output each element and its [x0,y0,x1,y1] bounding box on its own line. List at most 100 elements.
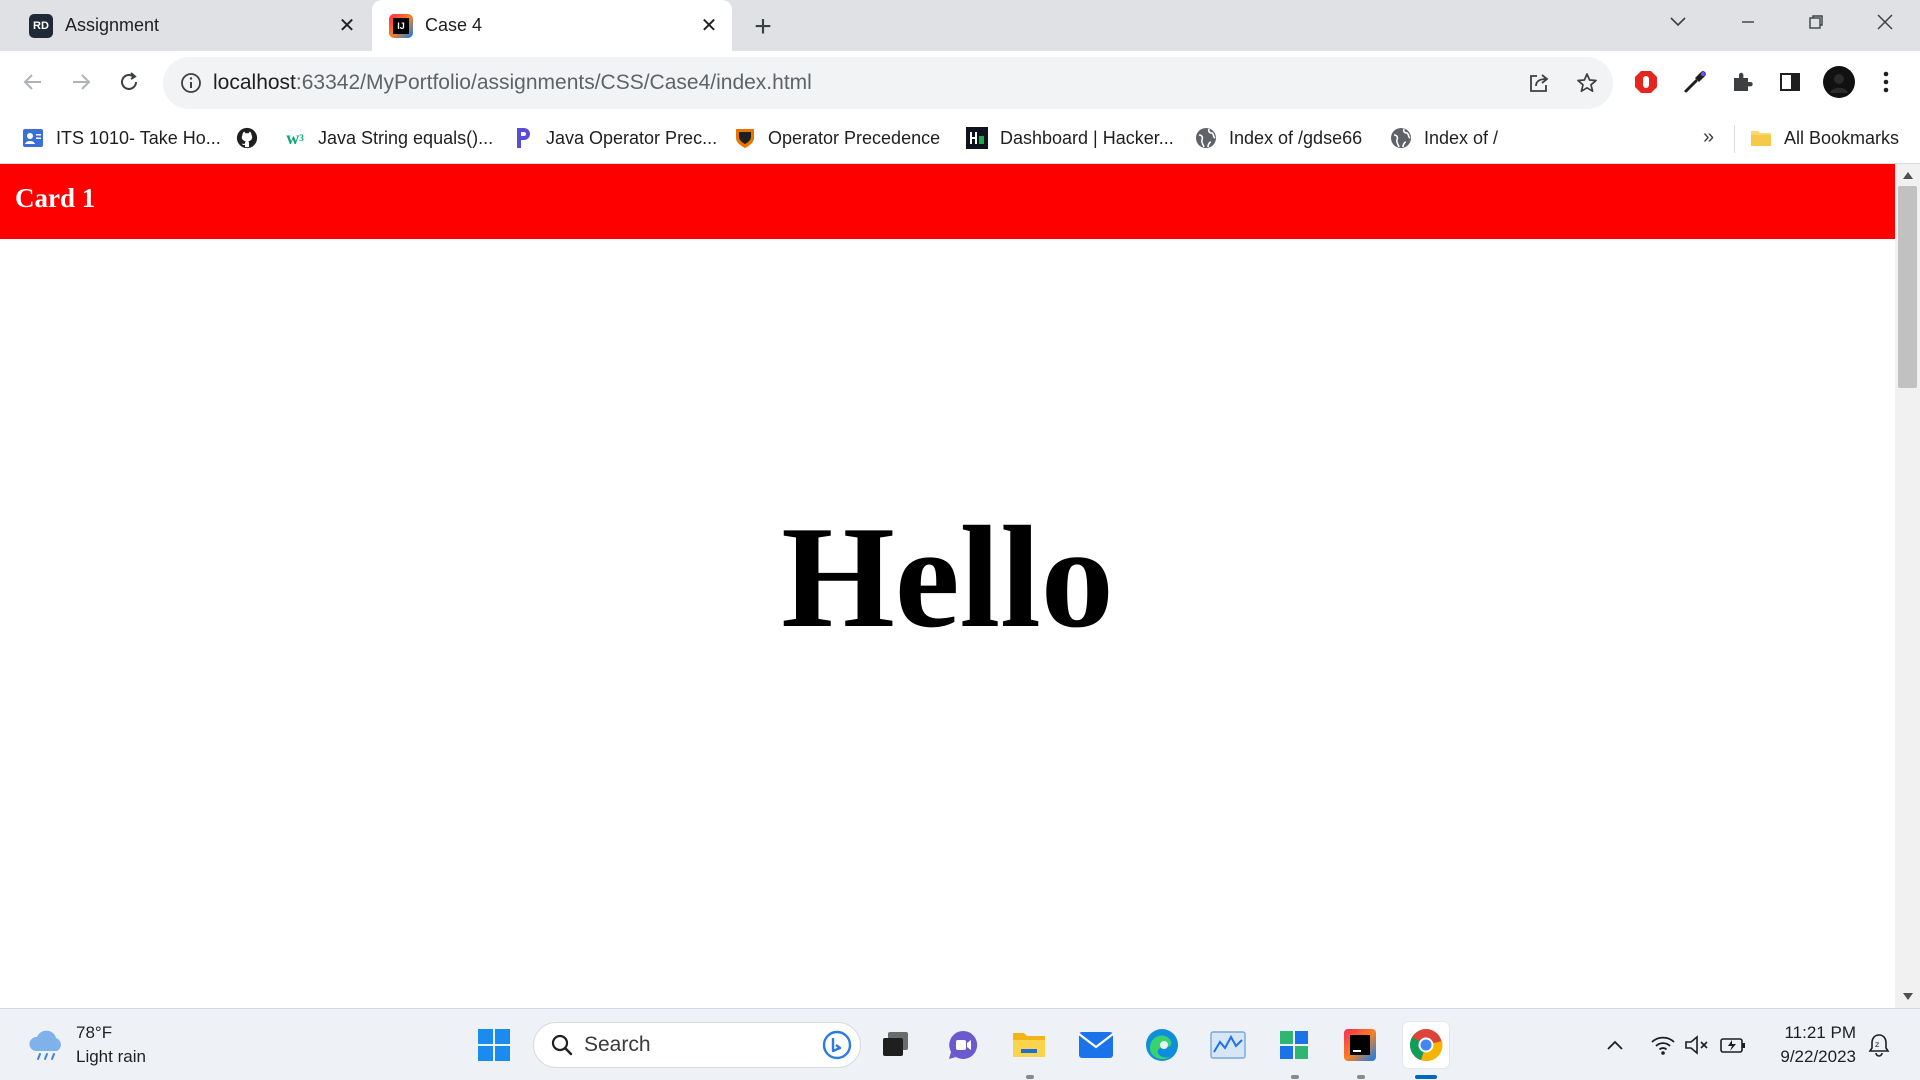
bookmark-label: Index of /gdse66 [1229,127,1363,148]
bookmark-operator-precedence[interactable]: Operator Precedence [734,123,940,153]
bookmark-index-root[interactable]: Index of / [1390,123,1498,153]
hello-heading: Hello [781,496,1114,658]
forward-button[interactable] [61,62,101,102]
scrollbar-thumb[interactable] [1898,186,1917,388]
globe-icon [1390,127,1412,149]
tab-strip: RD Assignment ✕ IJ Case 4 ✕ + [0,0,1920,51]
tab-case-4[interactable]: IJ Case 4 ✕ [372,0,732,51]
new-tab-button[interactable]: + [746,10,780,44]
bookmark-index-gdse66[interactable]: Index of /gdse66 [1195,123,1362,153]
restore-button[interactable] [1788,0,1844,44]
clock-date: 9/22/2023 [1780,1047,1856,1066]
tab-assignment[interactable]: RD Assignment ✕ [0,0,370,51]
bookmark-label: Operator Precedence [768,127,941,148]
close-window-button[interactable] [1857,0,1913,44]
rd-icon: RD [29,13,53,38]
edge-browser-icon[interactable] [1140,1023,1184,1067]
all-bookmarks-label: All Bookmarks [1784,127,1900,148]
back-button[interactable] [13,62,53,102]
url-path: :63342/MyPortfolio/assignments/CSS/Case4… [295,71,812,94]
snipping-tool-icon[interactable] [1272,1023,1316,1067]
bookmark-star-icon[interactable] [1573,69,1601,97]
extensions-puzzle-icon[interactable] [1724,64,1760,100]
profile-avatar[interactable] [1821,64,1857,100]
tab-search-icon[interactable] [1650,0,1706,44]
search-icon [550,1033,574,1057]
bookmark-label: Java Operator Prec... [546,127,718,148]
task-view-icon[interactable] [874,1023,918,1067]
menu-kebab-icon[interactable] [1868,64,1904,100]
battery-charging-icon[interactable] [1718,1029,1748,1061]
page-viewport: Card 1 Hello [0,164,1920,1008]
adblock-extension-icon[interactable] [1628,64,1664,100]
bookmark-java-string-equals[interactable]: w3 Java String equals()... [284,123,493,153]
w3schools-icon: w3 [286,127,304,148]
notification-bell-icon[interactable]: z [1864,1029,1894,1061]
bookmarks-divider [1734,125,1735,153]
start-button[interactable] [472,1023,516,1067]
scroll-up-arrow-icon[interactable] [1903,172,1913,179]
mail-icon[interactable] [1074,1023,1118,1067]
intellij-icon: IJ [389,13,413,38]
running-indicator [1026,1075,1034,1079]
bookmark-its-1010[interactable]: ITS 1010- Take Ho... [22,123,221,153]
volume-muted-icon[interactable] [1682,1029,1712,1061]
windows-taskbar: 78°F Light rain Search 11:21 PM 9/22/202… [0,1008,1920,1080]
search-label: Search [584,1033,651,1056]
tab-title: Case 4 [425,15,483,35]
performance-monitor-icon[interactable] [1206,1023,1250,1067]
princeton-icon [734,127,756,149]
taskbar-search-box[interactable]: Search [533,1022,861,1068]
vertical-scrollbar[interactable] [1895,164,1920,1008]
side-panel-icon[interactable] [1772,64,1808,100]
wifi-icon[interactable] [1648,1029,1678,1061]
scroll-down-arrow-icon[interactable] [1903,993,1913,1000]
running-indicator [1291,1075,1299,1079]
bing-chat-icon[interactable] [822,1030,852,1060]
folder-icon [1750,127,1772,149]
file-explorer-icon[interactable] [1007,1023,1051,1067]
card-header: Card 1 [0,164,1895,239]
tab-title: Assignment [65,15,160,35]
weather-temperature: 78°F [76,1023,113,1042]
user-icon [22,127,44,149]
site-info-icon[interactable] [179,71,203,95]
bookmarks-bar: ITS 1010- Take Ho... w3 Java String equa… [0,113,1920,164]
globe-icon [1195,127,1217,149]
browser-toolbar: localhost:63342/MyPortfolio/assignments/… [0,51,1920,113]
intellij-idea-icon[interactable] [1338,1023,1382,1067]
bookmark-label: ITS 1010- Take Ho... [56,127,221,148]
all-bookmarks-button[interactable]: All Bookmarks [1750,123,1899,153]
close-icon[interactable]: ✕ [694,11,724,41]
teams-chat-icon[interactable] [941,1023,985,1067]
bookmark-github[interactable] [236,123,270,153]
clock-time: 11:21 PM [1784,1023,1856,1042]
active-app-indicator [1415,1075,1437,1079]
share-icon[interactable] [1525,69,1553,97]
url-text: localhost:63342/MyPortfolio/assignments/… [213,71,812,95]
bookmark-java-operator-prec[interactable]: Java Operator Prec... [512,123,717,153]
close-icon[interactable]: ✕ [332,11,362,41]
bookmark-hackerrank-dashboard[interactable]: Dashboard | Hacker... [966,123,1174,153]
weather-description: Light rain [76,1047,146,1066]
eyedropper-extension-icon[interactable] [1677,64,1713,100]
hackerrank-icon [966,127,988,149]
running-indicator [1357,1075,1365,1079]
github-icon [236,127,258,149]
card-title: Card 1 [15,183,96,213]
url-host: localhost [213,71,296,94]
show-hidden-icons-chevron-icon[interactable] [1600,1029,1630,1061]
minimize-button[interactable] [1720,0,1776,44]
system-clock[interactable]: 11:21 PM 9/22/2023 [1766,1021,1856,1069]
rain-cloud-icon [26,1027,66,1063]
programiz-icon [512,127,534,149]
bookmark-label: Java String equals()... [318,127,494,148]
svg-text:z: z [1875,1040,1879,1049]
bookmark-label: Dashboard | Hacker... [1000,127,1174,148]
chrome-icon[interactable] [1402,1021,1450,1069]
bookmarks-overflow-button[interactable]: » [1703,126,1714,149]
weather-widget[interactable]: 78°F Light rain [26,1021,146,1069]
bookmark-label: Index of / [1424,127,1499,148]
reload-button[interactable] [109,62,149,102]
address-bar[interactable]: localhost:63342/MyPortfolio/assignments/… [163,57,1613,109]
